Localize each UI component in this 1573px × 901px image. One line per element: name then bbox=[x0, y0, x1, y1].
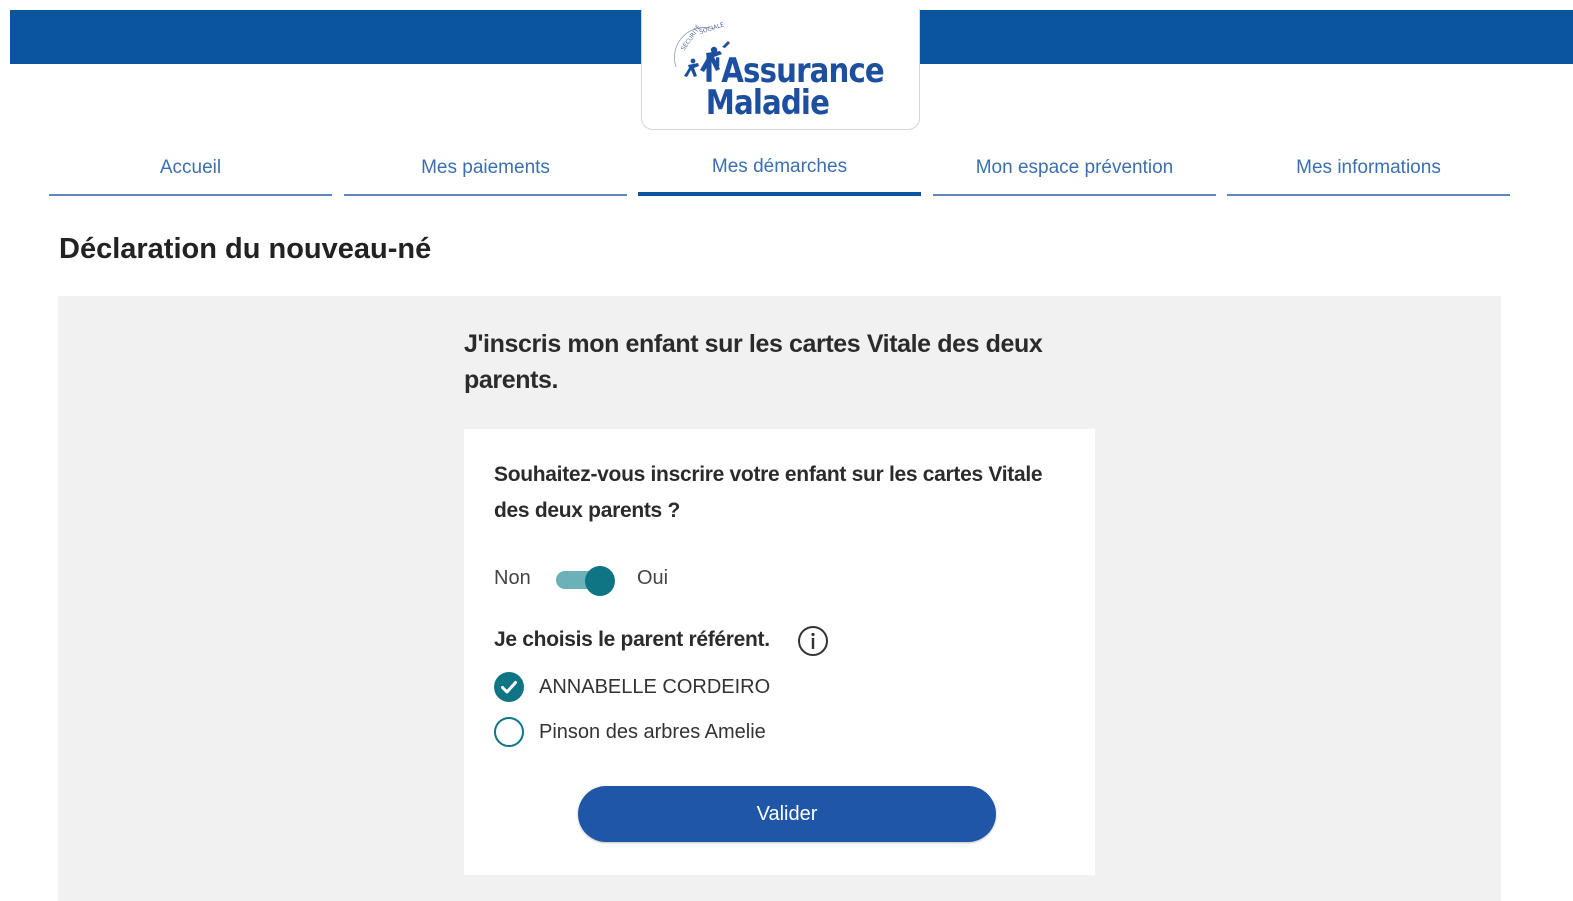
parent-option-2[interactable]: Pinson des arbres Amelie bbox=[494, 717, 894, 749]
toggle-off-label: Non bbox=[494, 567, 531, 589]
nav-tab-mes-paiements[interactable]: Mes paiements bbox=[344, 145, 627, 196]
check-icon bbox=[494, 672, 524, 702]
section-heading: J'inscris mon enfant sur les cartes Vita… bbox=[464, 330, 1043, 394]
toggle-knob bbox=[585, 566, 615, 596]
page-title: Déclaration du nouveau-né bbox=[59, 233, 432, 265]
logo-wordmark: l'Assurance Maladie bbox=[704, 54, 885, 123]
logo-line-2: Maladie bbox=[705, 83, 830, 123]
nav-tab-mes-informations[interactable]: Mes informations bbox=[1227, 145, 1510, 196]
vitale-form-card: Souhaitez-vous inscrire votre enfant sur… bbox=[464, 429, 1095, 875]
toggle-on-label: Oui bbox=[637, 567, 669, 589]
parent-option-2-label: Pinson des arbres Amelie bbox=[539, 721, 766, 743]
main-navigation: Accueil Mes paiements Mes démarches Mon … bbox=[49, 145, 1511, 196]
declaration-panel: J'inscris mon enfant sur les cartes Vita… bbox=[58, 296, 1501, 901]
validate-button[interactable]: Valider bbox=[578, 786, 996, 842]
parent-option-1[interactable]: ANNABELLE CORDEIRO bbox=[494, 672, 894, 704]
referent-parent-label: Je choisis le parent référent. bbox=[494, 628, 770, 651]
vitale-question: Souhaitez-vous inscrire votre enfant sur… bbox=[494, 463, 1043, 522]
nav-tab-mon-espace-prevention[interactable]: Mon espace prévention bbox=[933, 145, 1216, 196]
svg-text:SOCIALE: SOCIALE bbox=[698, 21, 725, 36]
radio-empty-icon bbox=[494, 717, 524, 747]
assurance-maladie-logo[interactable]: SÉCURITÉ SOCIALE l'Assurance Maladie bbox=[641, 9, 920, 130]
svg-text:SÉCURITÉ: SÉCURITÉ bbox=[679, 23, 703, 52]
referent-parent-row: Je choisis le parent référent. bbox=[494, 623, 854, 659]
info-icon[interactable] bbox=[797, 625, 829, 657]
parent-option-1-label: ANNABELLE CORDEIRO bbox=[539, 676, 771, 698]
nav-tab-accueil[interactable]: Accueil bbox=[49, 145, 332, 196]
vitale-toggle-switch[interactable] bbox=[556, 566, 616, 596]
vitale-toggle-group: Non Oui bbox=[494, 564, 714, 596]
nav-tab-mes-demarches[interactable]: Mes démarches bbox=[638, 145, 921, 196]
